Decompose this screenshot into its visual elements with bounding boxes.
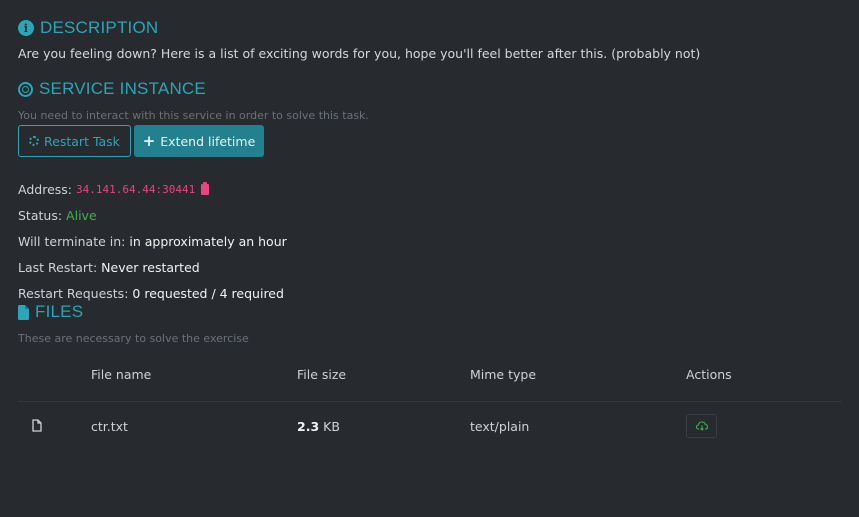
restart-requests-label: Restart Requests: [18, 286, 129, 301]
task-panel: i DESCRIPTION Are you feeling down? Here… [0, 0, 859, 517]
file-name-cell[interactable]: ctr.txt [91, 419, 128, 434]
column-actions: Actions [686, 367, 732, 382]
description-text: Are you feeling down? Here is a list of … [18, 46, 701, 61]
cloud-download-icon [695, 421, 708, 431]
extend-lifetime-button[interactable]: + Extend lifetime [134, 125, 264, 157]
description-title: i DESCRIPTION [18, 18, 158, 38]
status-label: Status: [18, 208, 63, 223]
mime-type-cell: text/plain [470, 419, 530, 434]
files-title: FILES [18, 302, 83, 322]
restart-task-button[interactable]: Restart Task [18, 125, 131, 157]
table-divider [18, 401, 842, 402]
spinner-icon [29, 136, 40, 146]
terminate-row: Will terminate in: in approximately an h… [18, 234, 287, 249]
service-title-text: SERVICE INSTANCE [39, 79, 206, 98]
restart-requests-row: Restart Requests: 0 requested / 4 requir… [18, 286, 284, 301]
clipboard-icon[interactable] [201, 182, 210, 195]
description-title-text: DESCRIPTION [40, 18, 159, 37]
last-restart-label: Last Restart: [18, 260, 98, 275]
download-button[interactable] [686, 414, 717, 438]
files-title-text: FILES [35, 302, 84, 321]
info-circle-icon: i [18, 20, 34, 36]
status-row: Status: Alive [18, 208, 97, 223]
restart-requests-value: 0 requested / 4 required [132, 286, 284, 301]
column-file-size: File size [297, 367, 347, 382]
file-size-unit: KB [323, 419, 340, 434]
files-hint: These are necessary to solve the exercis… [18, 332, 249, 345]
terminate-value: in approximately an hour [129, 234, 287, 249]
service-hint: You need to interact with this service i… [18, 109, 369, 122]
file-icon [18, 304, 29, 320]
restart-task-label: Restart Task [44, 133, 120, 149]
address-label: Address: [18, 182, 72, 197]
column-file-name: File name [91, 367, 152, 382]
file-outline-icon [32, 419, 42, 432]
status-value: Alive [66, 208, 97, 223]
service-title: SERVICE INSTANCE [18, 79, 206, 99]
target-icon [18, 81, 33, 97]
file-size-number: 2.3 [297, 419, 320, 434]
column-mime-type: Mime type [470, 367, 537, 382]
address-value[interactable]: 34.141.64.44:30441 [76, 183, 195, 196]
last-restart-row: Last Restart: Never restarted [18, 260, 200, 275]
last-restart-value: Never restarted [101, 260, 200, 275]
terminate-label: Will terminate in: [18, 234, 126, 249]
extend-lifetime-label: Extend lifetime [160, 133, 256, 149]
plus-icon: + [142, 131, 156, 150]
file-size-cell: 2.3 KB [297, 419, 340, 434]
address-row: Address: 34.141.64.44:30441 [18, 182, 210, 197]
